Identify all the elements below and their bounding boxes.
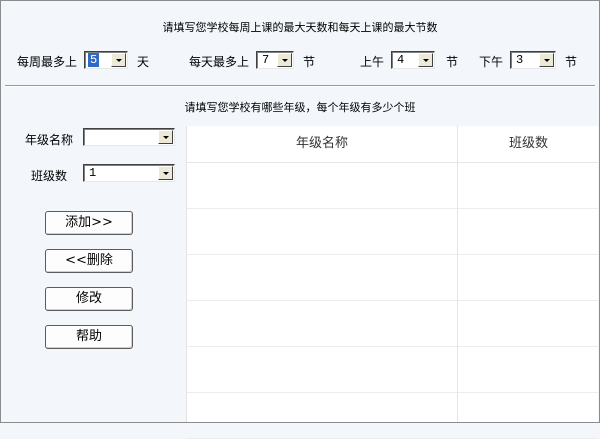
afternoon-label: 下午	[479, 55, 504, 69]
column-header-grade-name[interactable]: 年级名称	[187, 126, 457, 162]
day-periods-value: 7	[262, 53, 270, 67]
chevron-down-icon[interactable]	[539, 53, 554, 67]
grade-name-value	[87, 130, 91, 144]
table-row[interactable]	[187, 347, 598, 393]
class-count-select[interactable]: 1	[83, 164, 175, 182]
column-separator	[457, 126, 458, 422]
afternoon-periods-value: 3	[516, 53, 524, 67]
afternoon-periods-select[interactable]: 3	[510, 51, 556, 69]
table-header: 年级名称 班级数	[187, 126, 598, 163]
table-row[interactable]	[187, 255, 598, 301]
grade-name-select[interactable]	[83, 128, 175, 146]
table-row[interactable]	[187, 209, 598, 255]
chevron-down-icon[interactable]	[277, 53, 292, 67]
edit-button[interactable]: 修改	[45, 287, 133, 311]
morning-periods-select[interactable]: 4	[391, 51, 435, 69]
day-label: 每天最多上	[189, 55, 250, 69]
afternoon-unit: 节	[565, 55, 578, 69]
class-count-label: 班级数	[31, 169, 68, 183]
table-row[interactable]	[187, 301, 598, 347]
section-divider	[5, 85, 595, 87]
table-row[interactable]	[187, 393, 598, 439]
morning-unit: 节	[446, 55, 459, 69]
delete-button[interactable]: <<删除	[45, 249, 133, 273]
day-periods-select[interactable]: 7	[256, 51, 294, 69]
class-count-value: 1	[89, 166, 97, 180]
chevron-down-icon[interactable]	[158, 166, 173, 180]
section1-title: 请填写您学校每周上课的最大天数和每天上课的最大节数	[162, 21, 438, 34]
table-row[interactable]	[187, 163, 598, 209]
add-button[interactable]: 添加>>	[45, 211, 133, 235]
column-header-class-count[interactable]: 班级数	[458, 126, 599, 162]
week-days-select[interactable]: 5	[84, 51, 128, 69]
chevron-down-icon[interactable]	[111, 53, 126, 67]
help-button[interactable]: 帮助	[45, 325, 133, 349]
section2-title: 请填写您学校有哪些年级，每个年级有多少个班	[184, 101, 416, 114]
window-frame: 请填写您学校每周上课的最大天数和每天上课的最大节数 每周最多上 5 天 每天最多…	[0, 0, 600, 439]
week-days-value: 5	[88, 53, 100, 67]
morning-label: 上午	[360, 55, 385, 69]
week-unit: 天	[137, 55, 150, 69]
morning-periods-value: 4	[397, 53, 405, 67]
grade-name-label: 年级名称	[25, 133, 74, 147]
chevron-down-icon[interactable]	[418, 53, 433, 67]
day-unit: 节	[303, 55, 316, 69]
chevron-down-icon[interactable]	[158, 130, 173, 144]
grade-table[interactable]: 年级名称 班级数	[186, 126, 598, 439]
week-label: 每周最多上	[17, 55, 78, 69]
